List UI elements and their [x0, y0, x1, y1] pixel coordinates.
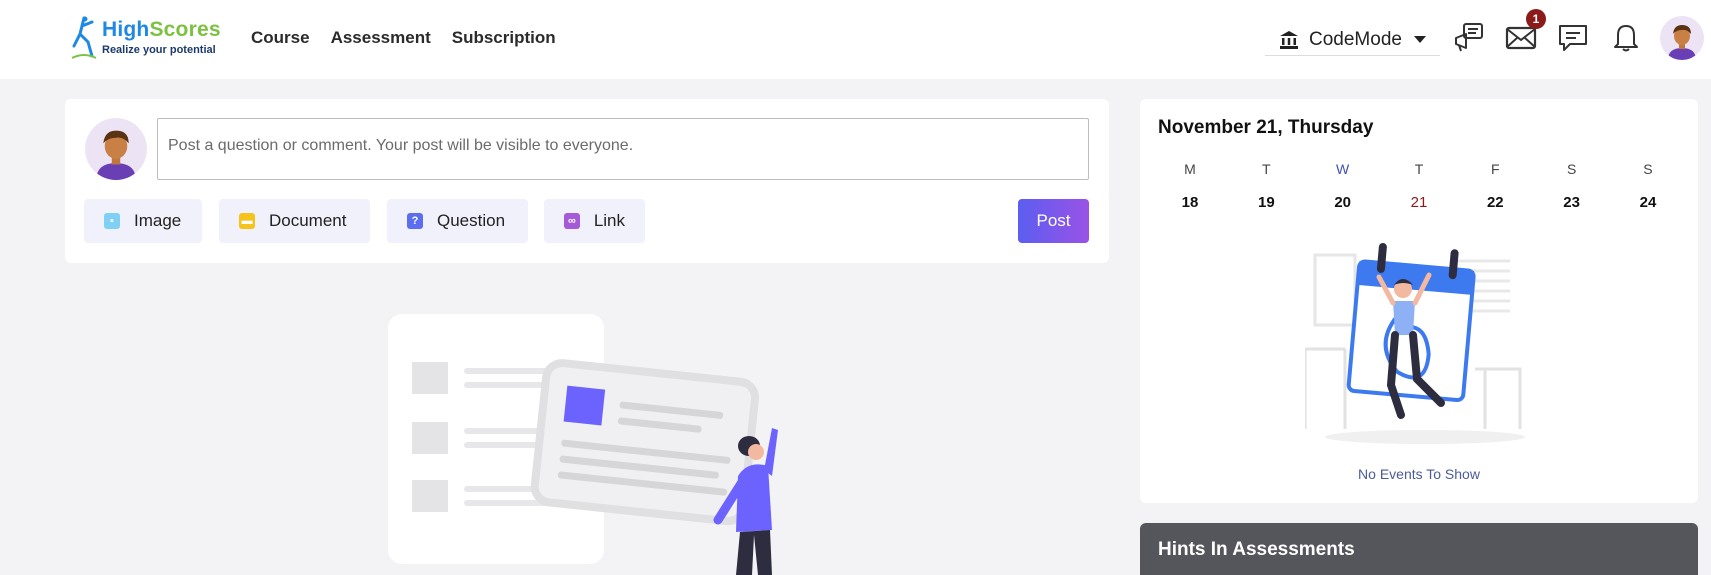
- avatar-person-icon: [96, 130, 136, 180]
- calendar-date[interactable]: 20: [1313, 194, 1373, 211]
- attach-document-button[interactable]: ▬ Document: [219, 199, 370, 243]
- weekday-label: T: [1262, 161, 1271, 177]
- mode-selector[interactable]: CodeMode: [1265, 24, 1440, 56]
- create-post-card: Post a question or comment. Your post wi…: [65, 99, 1109, 263]
- institution-icon: [1280, 30, 1298, 49]
- attach-link-button[interactable]: ∞ Link: [544, 199, 645, 243]
- hints-card: Hints In Assessments: [1140, 523, 1698, 575]
- logo-tagline: Realize your potential: [102, 44, 216, 56]
- calendar-date[interactable]: 23: [1542, 194, 1602, 211]
- weekday-label: S: [1643, 161, 1653, 177]
- image-icon: ▪: [104, 213, 120, 229]
- calendar-card: November 21, Thursday M T W T F S S 18 1…: [1140, 99, 1698, 503]
- caret-down-icon: [1413, 36, 1426, 43]
- hints-title: Hints In Assessments: [1158, 539, 1355, 560]
- announcement-icon[interactable]: [1452, 20, 1486, 54]
- calendar-date[interactable]: 19: [1236, 194, 1296, 211]
- nav-assessment[interactable]: Assessment: [331, 28, 431, 48]
- weekday-label: S: [1566, 161, 1577, 177]
- calendar-title: November 21, Thursday: [1158, 117, 1374, 138]
- chat-icon[interactable]: [1556, 20, 1590, 54]
- logo-title: HighScores: [102, 18, 221, 41]
- link-icon: ∞: [564, 213, 580, 229]
- calendar-date[interactable]: 24: [1618, 194, 1678, 211]
- highscores-logo[interactable]: HighScores Realize your potential: [70, 14, 221, 60]
- avatar-person-icon: [1668, 25, 1696, 60]
- main-nav: Course Assessment Subscription: [251, 28, 556, 48]
- post-author-avatar: [85, 118, 147, 180]
- attach-image-button[interactable]: ▪ Image: [84, 199, 202, 243]
- date-row: 18 19 20 21 22 23 24: [1160, 194, 1678, 211]
- attach-label: Document: [269, 211, 347, 230]
- no-events-text: No Events To Show: [1358, 466, 1480, 482]
- weekday-label: F: [1491, 161, 1500, 177]
- nav-course[interactable]: Course: [251, 28, 310, 48]
- post-input[interactable]: Post a question or comment. Your post wi…: [157, 118, 1089, 180]
- bell-icon[interactable]: [1609, 20, 1643, 54]
- user-avatar[interactable]: [1660, 16, 1704, 60]
- empty-feed-illustration: [388, 314, 778, 575]
- weekday-label: T: [1414, 161, 1424, 177]
- mode-label: CodeMode: [1309, 28, 1402, 50]
- mail-badge: 1: [1526, 9, 1546, 29]
- attach-label: Image: [134, 211, 182, 230]
- calendar-date-today[interactable]: 21: [1389, 194, 1449, 211]
- top-header: HighScores Realize your potential Course…: [0, 0, 1711, 79]
- attach-question-button[interactable]: ? Question: [387, 199, 528, 243]
- no-events-illustration: [1305, 242, 1525, 444]
- logo-runner-icon: [71, 16, 97, 59]
- calendar-date[interactable]: 22: [1465, 194, 1525, 211]
- weekday-row: M T W T F S S: [1160, 161, 1678, 177]
- attach-label: Question: [437, 211, 506, 230]
- document-icon: ▬: [239, 213, 255, 229]
- nav-subscription[interactable]: Subscription: [452, 28, 556, 48]
- attach-label: Link: [593, 211, 625, 230]
- post-button[interactable]: Post: [1018, 199, 1089, 243]
- weekday-label: W: [1336, 161, 1350, 177]
- calendar-date[interactable]: 18: [1160, 194, 1220, 211]
- weekday-label: M: [1184, 161, 1196, 177]
- question-icon: ?: [407, 213, 423, 229]
